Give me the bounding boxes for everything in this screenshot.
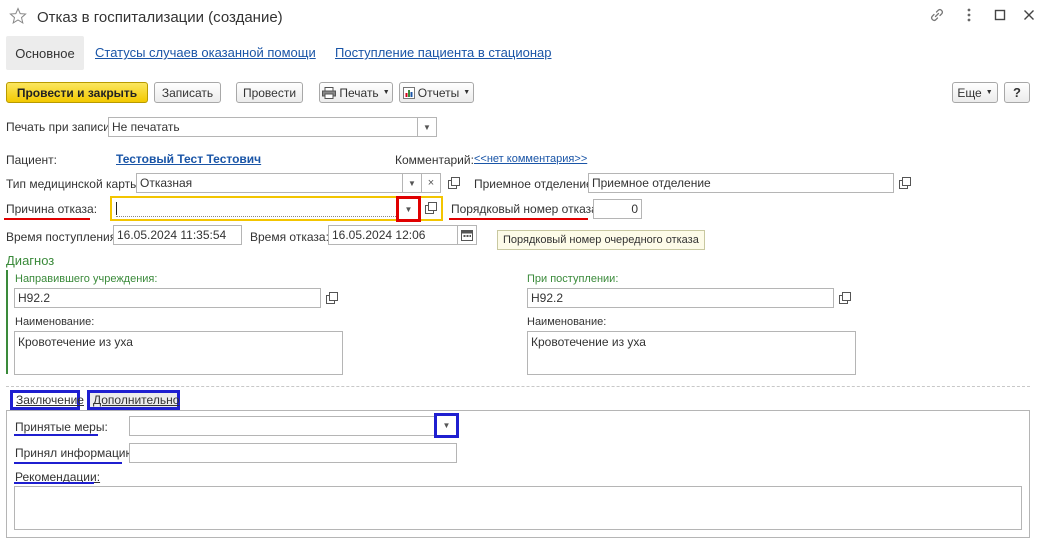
print-button[interactable]: Печать ▼: [319, 82, 393, 103]
chevron-down-icon: ▼: [442, 421, 451, 430]
more-vertical-icon[interactable]: [960, 6, 978, 24]
referring-open-button[interactable]: [322, 288, 342, 308]
admission-department-field[interactable]: Приемное отделение: [588, 173, 894, 193]
patient-link[interactable]: Тестовый Тест Тестович: [116, 152, 261, 166]
print-on-save-label: Печать при записи:: [6, 120, 114, 134]
refusal-reason-open-button[interactable]: [421, 198, 441, 218]
info-received-label: Принял информацию:: [15, 446, 138, 460]
card-type-clear-button[interactable]: ×: [421, 173, 441, 193]
refusal-number-tooltip: Порядковый номер очередного отказа: [497, 230, 705, 250]
measures-dropdown[interactable]: ▼: [434, 413, 459, 438]
more-button-label: Еще: [957, 85, 982, 100]
tab-conclusion[interactable]: Заключение: [10, 390, 84, 410]
nav-tab-care-statuses[interactable]: Статусы случаев оказанной помощи: [95, 45, 316, 60]
referring-name-field[interactable]: Кровотечение из уха: [14, 331, 343, 375]
printer-icon: [322, 86, 337, 99]
recommendations-field[interactable]: [14, 486, 1022, 530]
chevron-down-icon: ▼: [985, 89, 993, 96]
diagnosis-title: Диагноз: [6, 253, 55, 268]
close-icon[interactable]: [1020, 6, 1038, 24]
clear-x-icon: ×: [427, 177, 435, 189]
referring-code-field[interactable]: H92.2: [14, 288, 321, 308]
refusal-time-label: Время отказа:: [250, 230, 329, 244]
save-button[interactable]: Записать: [154, 82, 221, 103]
tab-conclusion-label: Заключение: [16, 393, 84, 407]
on-admission-name-label: Наименование:: [527, 316, 607, 328]
refusal-reason-field[interactable]: [110, 196, 443, 221]
arrival-time-field[interactable]: 16.05.2024 11:35:54: [113, 225, 242, 245]
link-icon[interactable]: [928, 6, 946, 24]
text-cursor: [116, 202, 117, 215]
tab-additional[interactable]: Дополнительно: [87, 390, 180, 410]
print-button-label: Печать: [339, 85, 379, 100]
patient-label: Пациент:: [6, 153, 58, 167]
open-window-icon: [326, 292, 338, 304]
comment-link[interactable]: <<нет комментария>>: [474, 153, 587, 165]
report-chart-icon: [402, 86, 415, 99]
favorite-star-icon[interactable]: [9, 7, 27, 25]
card-type-open-button[interactable]: [444, 173, 464, 193]
nav-tab-main[interactable]: Основное: [6, 36, 84, 70]
more-button[interactable]: Еще ▼: [952, 82, 998, 103]
measures-label: Принятые меры:: [15, 420, 108, 434]
print-on-save-dropdown[interactable]: ▼: [417, 117, 437, 137]
referring-label: Направившего учреждения:: [15, 273, 158, 285]
card-type-label: Тип медицинской карты:: [6, 177, 143, 191]
on-admission-name-field[interactable]: Кровотечение из уха: [527, 331, 856, 375]
chevron-down-icon: ▼: [408, 178, 416, 188]
print-on-save-field[interactable]: Не печатать: [108, 117, 418, 137]
arrival-time-label: Время поступления:: [6, 230, 120, 244]
comment-label: Комментарий:: [395, 153, 474, 167]
on-admission-code-field[interactable]: H92.2: [527, 288, 834, 308]
chevron-down-icon: ▼: [404, 204, 413, 214]
maximize-icon[interactable]: [991, 6, 1009, 24]
chevron-down-icon: ▼: [423, 122, 431, 132]
card-type-dropdown[interactable]: ▼: [402, 173, 422, 193]
open-window-icon: [899, 177, 911, 189]
nav-tab-patient-admission[interactable]: Поступление пациента в стационар: [335, 45, 551, 60]
diagnosis-group-bar: [6, 270, 8, 374]
window-title: Отказ в госпитализации (создание): [37, 9, 283, 26]
refusal-reason-underline: [4, 218, 90, 220]
chevron-down-icon: ▼: [463, 89, 471, 96]
measures-field[interactable]: [129, 416, 437, 436]
open-window-icon: [839, 292, 851, 304]
admission-department-label: Приемное отделение:: [474, 177, 597, 191]
card-type-field[interactable]: Отказная: [136, 173, 404, 193]
post-button[interactable]: Провести: [236, 82, 303, 103]
open-window-icon: [448, 177, 460, 189]
chevron-down-icon: ▼: [382, 89, 390, 96]
refusal-number-label: Порядковый номер отказа:: [451, 202, 602, 216]
calendar-icon: [461, 230, 473, 241]
refusal-reason-dropdown[interactable]: ▼: [396, 196, 421, 222]
info-received-underline: [14, 462, 122, 464]
reports-button[interactable]: Отчеты ▼: [399, 82, 474, 103]
refusal-number-field[interactable]: 0: [593, 199, 642, 219]
refusal-number-underline: [449, 218, 588, 220]
open-window-icon: [425, 202, 437, 214]
refusal-time-calendar-button[interactable]: [457, 225, 477, 245]
refusal-reason-dotted-line: [116, 216, 396, 217]
reports-button-label: Отчеты: [417, 85, 460, 100]
refusal-time-field[interactable]: 16.05.2024 12:06: [328, 225, 458, 245]
on-admission-open-button[interactable]: [835, 288, 855, 308]
tab-additional-label: Дополнительно: [93, 393, 180, 407]
admission-department-open-button[interactable]: [895, 173, 915, 193]
recommendations-underline: [14, 482, 94, 484]
on-admission-label: При поступлении:: [527, 273, 619, 285]
help-button[interactable]: ?: [1004, 82, 1030, 103]
referring-name-label: Наименование:: [15, 316, 95, 328]
post-and-close-button[interactable]: Провести и закрыть: [6, 82, 148, 103]
refusal-reason-label: Причина отказа:: [6, 202, 98, 216]
nav-tab-main-label: Основное: [15, 45, 75, 61]
info-received-field[interactable]: [129, 443, 457, 463]
section-separator: [6, 386, 1030, 387]
measures-underline: [14, 434, 98, 436]
